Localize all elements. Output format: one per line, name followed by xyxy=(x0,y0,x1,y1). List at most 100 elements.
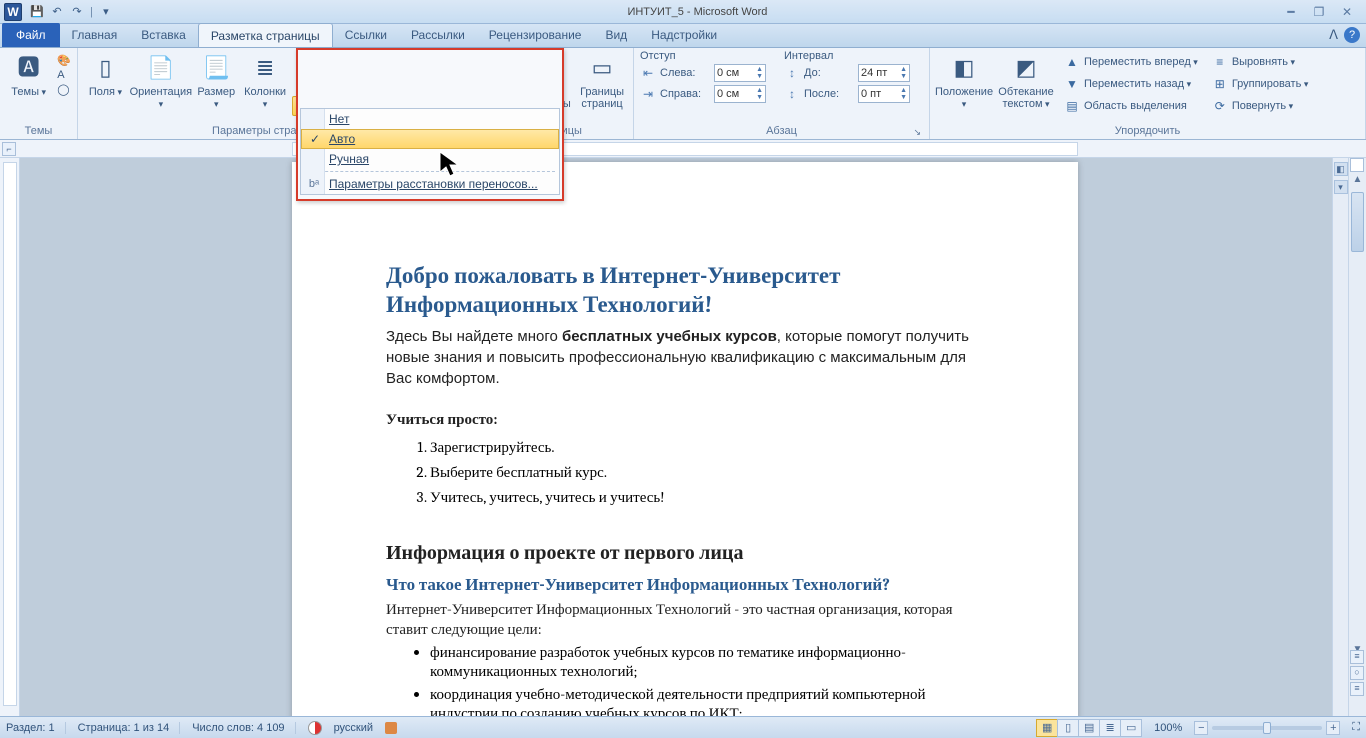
macro-record-icon[interactable] xyxy=(385,722,397,734)
list-item: координация учебно-методической деятельн… xyxy=(430,685,984,716)
status-page[interactable]: Страница: 1 из 14 xyxy=(78,722,181,734)
tab-selector-icon[interactable]: ⌐ xyxy=(2,142,16,156)
tab-references[interactable]: Ссылки xyxy=(333,23,399,47)
scroll-up-icon[interactable]: ▲ xyxy=(1349,174,1366,190)
mini-pane-icon[interactable]: ◧ xyxy=(1334,162,1348,176)
columns-button[interactable]: ≣Колонки xyxy=(244,50,287,110)
help-icon[interactable]: ? xyxy=(1344,27,1360,43)
status-bar: Раздел: 1 Страница: 1 из 14 Число слов: … xyxy=(0,716,1366,738)
tab-review[interactable]: Рецензирование xyxy=(477,23,594,47)
view-print-layout-icon[interactable]: ▦ xyxy=(1036,719,1058,737)
ruler-toggle-icon[interactable] xyxy=(1350,158,1364,172)
position-icon: ◧ xyxy=(948,52,980,84)
tab-home[interactable]: Главная xyxy=(60,23,130,47)
page-borders-button[interactable]: ▭Границы страниц xyxy=(577,50,627,110)
hyphenation-none[interactable]: Нет xyxy=(301,109,559,129)
qat-customize-icon[interactable]: ▾ xyxy=(97,3,115,21)
position-button[interactable]: ◧Положение xyxy=(936,50,992,110)
view-draft-icon[interactable]: ▭ xyxy=(1120,719,1142,737)
zoom-track[interactable] xyxy=(1212,726,1322,730)
group-paragraph: Отступ ⇤Слева:0 см▲▼ ⇥Справа:0 см▲▼ Инте… xyxy=(634,48,930,139)
horizontal-ruler[interactable]: ⌐ xyxy=(0,140,1366,158)
file-tab[interactable]: Файл xyxy=(2,23,60,47)
hyphenation-manual[interactable]: Ручная xyxy=(301,149,559,169)
tab-mailings[interactable]: Рассылки xyxy=(399,23,477,47)
next-page-icon[interactable]: ≡ xyxy=(1350,682,1364,696)
list-item: финансирование разработок учебных курсов… xyxy=(430,643,984,681)
indent-header: Отступ xyxy=(640,50,766,62)
theme-fonts-icon[interactable]: A xyxy=(57,69,71,81)
indent-left-input[interactable]: 0 см▲▼ xyxy=(714,64,766,82)
vertical-ruler[interactable] xyxy=(0,158,20,716)
selection-pane-icon: ▤ xyxy=(1064,98,1080,114)
ribbon-minimize-icon[interactable]: ᐱ xyxy=(1329,27,1338,43)
vertical-scrollbar[interactable]: ▲ ▼ ≡ ○ ≡ xyxy=(1348,158,1366,716)
bring-forward-button[interactable]: ▲Переместить вперед xyxy=(1060,52,1202,72)
restore-icon[interactable]: ❐ xyxy=(1308,4,1330,20)
space-before-input[interactable]: 24 пт▲▼ xyxy=(858,64,910,82)
theme-effects-icon[interactable]: ◯ xyxy=(57,83,71,96)
prev-page-icon[interactable]: ≡ xyxy=(1350,650,1364,664)
view-outline-icon[interactable]: ≣ xyxy=(1099,719,1121,737)
themes-button[interactable]: 🅰 Темы xyxy=(6,50,51,98)
hyphenation-options[interactable]: bᵃПараметры расстановки переносов... xyxy=(301,174,559,194)
indent-right-input[interactable]: 0 см▲▼ xyxy=(714,85,766,103)
wrap-text-button[interactable]: ◩Обтекание текстом xyxy=(998,50,1054,110)
page[interactable]: Добро пожаловать в Интернет-Университет … xyxy=(292,162,1078,716)
spacing-header: Интервал xyxy=(784,50,910,62)
ribbon-tabs: Файл Главная Вставка Разметка страницы С… xyxy=(0,24,1366,48)
undo-icon[interactable]: ↶ xyxy=(48,3,66,21)
zoom-level[interactable]: 100% xyxy=(1154,722,1182,734)
align-button[interactable]: ≡Выровнять xyxy=(1208,52,1313,72)
size-button[interactable]: 📃Размер xyxy=(195,50,238,110)
right-mini-pane: ◧ ▾ xyxy=(1332,158,1348,716)
close-icon[interactable]: ✕ xyxy=(1336,4,1358,20)
doc-ordered-list: Зарегистрируйтесь. Выберите бесплатный к… xyxy=(430,438,984,507)
zoom-out-icon[interactable]: − xyxy=(1194,721,1208,735)
send-backward-button[interactable]: ▼Переместить назад xyxy=(1060,74,1202,94)
tab-view[interactable]: Вид xyxy=(593,23,639,47)
rotate-button[interactable]: ⟳Повернуть xyxy=(1208,96,1313,116)
view-web-layout-icon[interactable]: ▤ xyxy=(1078,719,1100,737)
zoom-fit-icon[interactable]: ⛶ xyxy=(1352,721,1360,734)
selection-pane-button[interactable]: ▤Область выделения xyxy=(1060,96,1202,116)
tab-page-layout[interactable]: Разметка страницы xyxy=(198,23,333,47)
window-title: ИНТУИТ_5 - Microsoft Word xyxy=(115,6,1280,18)
group-label-paragraph[interactable]: Абзац xyxy=(640,123,923,139)
tab-addins[interactable]: Надстройки xyxy=(639,23,729,47)
doc-paragraph: Здесь Вы найдете много бесплатных учебны… xyxy=(386,326,984,390)
save-icon[interactable]: 💾 xyxy=(28,3,46,21)
minimize-icon[interactable]: ━ xyxy=(1280,4,1302,20)
group-arrange: ◧Положение ◩Обтекание текстом ▲Перемести… xyxy=(930,48,1366,139)
orientation-button[interactable]: 📄Ориентация xyxy=(133,50,189,110)
space-after-input[interactable]: 0 пт▲▼ xyxy=(858,85,910,103)
columns-icon: ≣ xyxy=(249,52,281,84)
status-language[interactable]: русский xyxy=(334,722,373,734)
list-item: Зарегистрируйтесь. xyxy=(430,438,984,457)
ribbon: 🅰 Темы 🎨 A ◯ Темы ▯Поля 📄Ориентация 📃Раз… xyxy=(0,48,1366,140)
indent-right-icon: ⇥ xyxy=(640,86,656,102)
theme-colors-icon[interactable]: 🎨 xyxy=(57,54,71,67)
window-controls: ━ ❐ ✕ xyxy=(1280,4,1358,20)
app-icon: W xyxy=(4,3,22,21)
proofing-icon[interactable] xyxy=(308,721,322,735)
margins-button[interactable]: ▯Поля xyxy=(84,50,127,98)
select-browse-object-icon[interactable]: ○ xyxy=(1350,666,1364,680)
scrollbar-thumb[interactable] xyxy=(1351,192,1364,252)
doc-bullet-list: финансирование разработок учебных курсов… xyxy=(430,643,984,716)
hyphenation-auto[interactable]: ✓Авто xyxy=(301,129,559,149)
redo-icon[interactable]: ↷ xyxy=(68,3,86,21)
mini-pane-icon[interactable]: ▾ xyxy=(1334,180,1348,194)
group-label-arrange: Упорядочить xyxy=(936,123,1359,139)
tab-insert[interactable]: Вставка xyxy=(129,23,198,47)
margins-icon: ▯ xyxy=(89,52,121,84)
status-section[interactable]: Раздел: 1 xyxy=(6,722,66,734)
zoom-in-icon[interactable]: + xyxy=(1326,721,1340,735)
zoom-knob[interactable] xyxy=(1263,722,1271,734)
check-icon: ✓ xyxy=(310,132,320,146)
qat-separator: | xyxy=(90,6,93,18)
status-word-count[interactable]: Число слов: 4 109 xyxy=(192,722,295,734)
space-before-icon: ↕ xyxy=(784,65,800,81)
view-full-screen-icon[interactable]: ▯ xyxy=(1057,719,1079,737)
group-objects-button[interactable]: ⊞Группировать xyxy=(1208,74,1313,94)
